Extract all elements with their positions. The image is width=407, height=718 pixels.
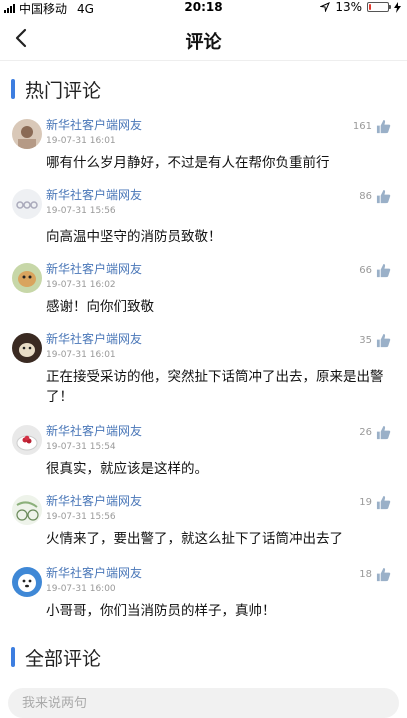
comment-username[interactable]: 新华社客户端网友: [46, 117, 391, 133]
comment-username[interactable]: 新华社客户端网友: [46, 565, 391, 581]
battery-icon: [367, 2, 391, 12]
comment-username[interactable]: 新华社客户端网友: [46, 493, 391, 509]
like-button[interactable]: 26: [359, 425, 391, 440]
avatar[interactable]: [12, 425, 42, 455]
like-button[interactable]: 86: [359, 189, 391, 204]
comment-text: 向高温中坚守的消防员致敬！: [46, 229, 222, 245]
comment-time: 19-07-31 15:56: [46, 206, 116, 216]
comment-text: 小哥哥，你们当消防员的样子，真帅！: [46, 603, 276, 619]
like-button[interactable]: 161: [353, 119, 391, 134]
all-comments-title: 全部评论: [25, 647, 102, 670]
comment-input[interactable]: [8, 688, 399, 718]
battery-percent: 13%: [335, 0, 362, 14]
like-count: 66: [359, 265, 372, 276]
comment-time: 19-07-31 16:02: [46, 280, 116, 290]
like-button[interactable]: 19: [359, 495, 391, 510]
comment-time: 19-07-31 15:54: [46, 442, 116, 452]
status-bar-right: 13%: [320, 0, 401, 14]
like-count: 86: [359, 191, 372, 202]
page-title: 评论: [185, 32, 222, 53]
comment-username[interactable]: 新华社客户端网友: [46, 187, 391, 203]
thumbs-up-icon: [376, 119, 391, 134]
avatar[interactable]: [12, 567, 42, 597]
avatar[interactable]: [12, 263, 42, 293]
thumbs-up-icon: [376, 425, 391, 440]
like-count: 35: [359, 335, 372, 346]
like-button[interactable]: 18: [359, 567, 391, 582]
thumbs-up-icon: [376, 495, 391, 510]
like-count: 161: [352, 121, 372, 132]
avatar[interactable]: [12, 333, 42, 363]
avatar[interactable]: [12, 189, 42, 219]
section-accent-bar: [11, 79, 15, 99]
thumbs-up-icon: [376, 263, 391, 278]
comment-time: 19-07-31 15:56: [46, 512, 116, 522]
thumbs-up-icon: [376, 189, 391, 204]
comment-item: 新华社客户端网友 19-07-31 15:56 火情来了，要出警了，就这么扯下了…: [0, 493, 407, 565]
avatar[interactable]: [12, 119, 42, 149]
like-count: 18: [359, 569, 372, 580]
comment-item: 新华社客户端网友 19-07-31 16:01 哪有什么岁月静好，不过是有人在帮…: [0, 117, 407, 187]
comment-list: 新华社客户端网友 19-07-31 16:01 哪有什么岁月静好，不过是有人在帮…: [0, 117, 407, 637]
comment-item: 新华社客户端网友 19-07-31 15:54 很真实，就应该是这样的。 26: [0, 423, 407, 493]
bolt-icon: [394, 1, 401, 13]
avatar[interactable]: [12, 495, 42, 525]
nav-bar: 评论: [0, 16, 407, 61]
comment-text: 火情来了，要出警了，就这么扯下了话筒冲出去了: [46, 531, 343, 547]
comment-username[interactable]: 新华社客户端网友: [46, 331, 391, 347]
comment-username[interactable]: 新华社客户端网友: [46, 261, 391, 277]
location-arrow-icon: [320, 2, 331, 12]
comment-item: 新华社客户端网友 19-07-31 15:56 向高温中坚守的消防员致敬！ 86: [0, 187, 407, 261]
like-button[interactable]: 66: [359, 263, 391, 278]
comment-text: 哪有什么岁月静好，不过是有人在帮你负重前行: [46, 155, 330, 171]
like-button[interactable]: 35: [359, 333, 391, 348]
comment-item: 新华社客户端网友 19-07-31 16:00 小哥哥，你们当消防员的样子，真帅…: [0, 565, 407, 637]
comment-time: 19-07-31 16:01: [46, 136, 116, 146]
comment-text: 感谢！向你们致敬: [46, 299, 154, 315]
like-count: 19: [359, 497, 372, 508]
all-comments-header: 全部评论: [0, 639, 407, 675]
comment-item: 新华社客户端网友 19-07-31 16:01 正在接受采访的他，突然扯下话筒冲…: [0, 331, 407, 423]
comment-text: 很真实，就应该是这样的。: [46, 461, 208, 477]
comment-time: 19-07-31 16:01: [46, 350, 116, 360]
hot-comments-header: 热门评论: [0, 71, 407, 107]
comment-username[interactable]: 新华社客户端网友: [46, 423, 391, 439]
comment-time: 19-07-31 16:00: [46, 584, 116, 594]
comment-item: 新华社客户端网友 19-07-31 16:02 感谢！向你们致敬 66: [0, 261, 407, 331]
status-bar: 中国移动 4G 20:18 13%: [0, 0, 407, 16]
like-count: 26: [359, 427, 372, 438]
thumbs-up-icon: [376, 567, 391, 582]
section-accent-bar: [11, 647, 15, 667]
thumbs-up-icon: [376, 333, 391, 348]
comment-text: 正在接受采访的他，突然扯下话筒冲了出去，原来是出警了！: [46, 369, 384, 405]
hot-comments-title: 热门评论: [25, 79, 102, 102]
